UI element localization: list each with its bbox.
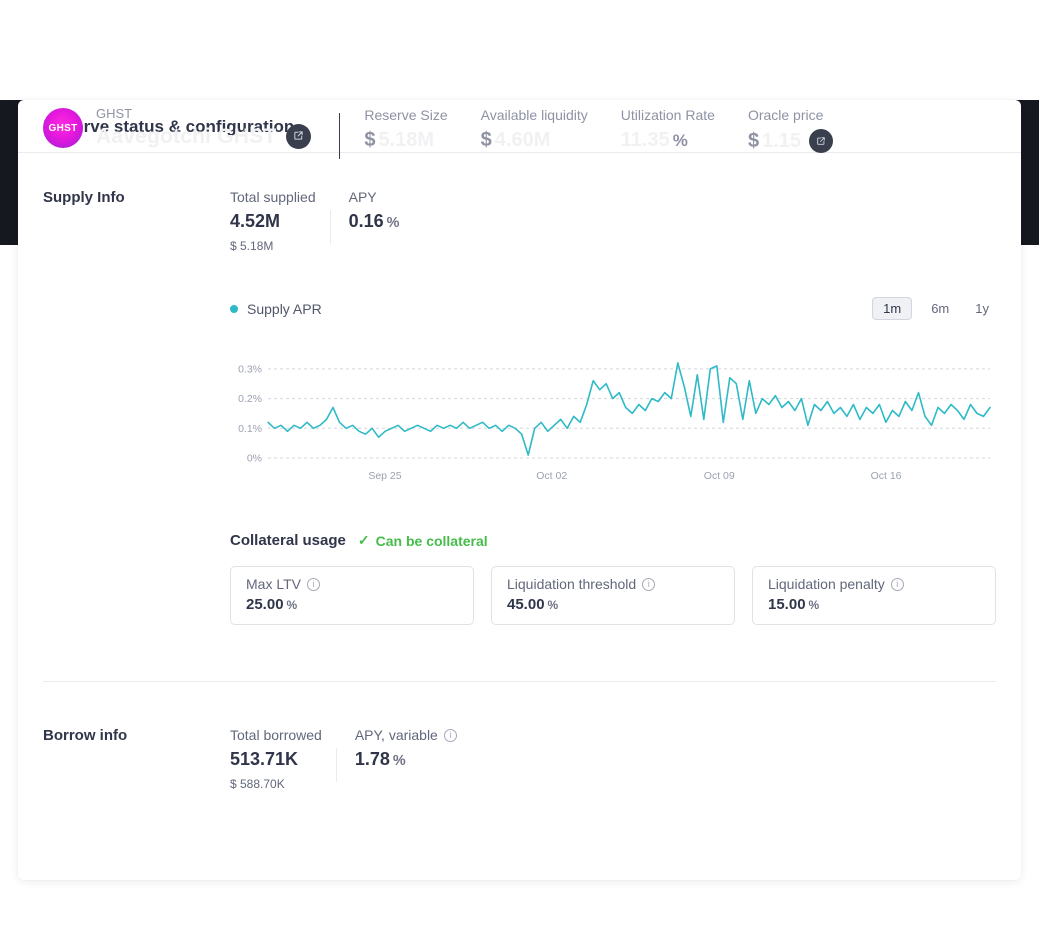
stat-label: Reserve Size [364,107,448,123]
reserve-header: GHST GHST Aavegotchi GHST Reserve Size $… [0,100,1039,192]
stat-number: 11.35 [620,129,670,151]
currency-symbol: $ [747,129,760,152]
range-chip-1y[interactable]: 1y [968,297,996,320]
collateral-usage-title: Collateral usage [230,532,346,549]
svg-text:Oct 02: Oct 02 [536,470,567,482]
range-chip-1m[interactable]: 1m [872,297,913,320]
svg-text:Sep 25: Sep 25 [368,470,401,482]
supply-apr-chart-container: 0% 0.1% 0.2% 0.3% Sep 25 Oct 02 Oct 09 Oct 16 [230,346,996,486]
borrow-section: Borrow info Total borrowed 513.71K $ 588… [43,682,996,791]
svg-text:Oct 16: Oct 16 [871,470,902,482]
token-icon-text: GHST [48,122,78,134]
currency-symbol: $ [480,129,492,151]
svg-text:0.1%: 0.1% [238,423,262,435]
range-chip-6m[interactable]: 6m [924,297,956,320]
external-link-button[interactable] [286,124,312,149]
page-title: Aavegotchi GHST [96,124,277,148]
percent-symbol: % [392,753,406,769]
total-supplied-metric: Total supplied 4.52M $ 5.18M [230,189,316,253]
total-borrowed-label: Total borrowed [230,727,322,743]
percent-symbol: % [547,598,559,612]
stat-oracle-price: Oracle price $1.15 [748,107,833,153]
collateral-usage-section: Collateral usage ✓ Can be collateral Max… [230,532,996,625]
stat-available-liquidity: Available liquidity $4.60M [481,107,588,153]
stat-label: Oracle price [747,107,824,123]
liquidation-penalty-label: Liquidation penalty [768,576,885,592]
stat-reserve-size: Reserve Size $5.18M [364,107,447,153]
liquidation-threshold-value: 45.00 [507,596,545,613]
liquidation-threshold-box: Liquidation threshold i 45.00% [491,566,735,625]
external-link-icon [293,129,304,144]
check-icon: ✓ [357,532,370,548]
total-supplied-usd: $ 5.18M [230,239,274,253]
supply-section: Supply Info Total supplied 4.52M $ 5.18M… [43,153,996,625]
svg-text:0.3%: 0.3% [238,363,262,375]
collateral-badge: ✓ Can be collateral [358,532,488,549]
percent-symbol: % [386,215,400,231]
max-ltv-box: Max LTV i 25.00% [230,566,474,625]
svg-text:Oct 09: Oct 09 [704,470,735,482]
liquidation-penalty-value: 15.00 [768,596,806,613]
stat-label: Available liquidity [480,107,588,123]
borrow-apy-metric: APY, variable i 1.78% [355,727,457,791]
stat-number: 5.18M [378,129,435,151]
stat-number: 4.60M [494,129,551,151]
collateral-badge-label: Can be collateral [375,532,488,549]
svg-text:0%: 0% [247,453,262,465]
info-icon[interactable]: i [890,577,904,591]
chart-legend: Supply APR [230,301,322,317]
total-borrowed-value: 513.71K [230,749,299,769]
percent-symbol: % [672,130,688,150]
supply-apy-value: 0.16 [348,211,384,231]
metric-divider [329,210,331,244]
legend-dot-icon [230,304,238,313]
percent-symbol: % [286,598,298,612]
info-icon[interactable]: i [642,577,656,591]
stat-value: 11.35% [621,129,715,152]
liquidation-penalty-box: Liquidation penalty i 15.00% [752,566,996,625]
svg-text:0.2%: 0.2% [238,393,262,405]
stat-value: $4.60M [481,129,588,152]
info-icon[interactable]: i [306,577,320,591]
borrow-section-label: Borrow info [43,727,128,744]
max-ltv-value: 25.00 [246,596,284,613]
supply-apr-chart: 0% 0.1% 0.2% 0.3% Sep 25 Oct 02 Oct 09 Oct 16 [238,362,991,482]
legend-label: Supply APR [247,300,322,317]
reserve-status-card: Reserve status & configuration Supply In… [18,100,1021,880]
header-divider [339,113,341,159]
percent-symbol: % [808,598,820,612]
metric-divider [335,748,337,782]
max-ltv-label: Max LTV [246,576,301,592]
total-supplied-value: 4.52M [230,211,281,231]
supply-apy-metric: APY 0.16% [349,189,400,253]
borrow-apy-value: 1.78 [354,749,390,769]
borrow-apy-label: APY, variable [354,727,438,743]
stat-value: $5.18M [364,129,447,152]
header-stats: Reserve Size $5.18M Available liquidity … [364,106,833,153]
stat-number: 1.15 [762,129,801,152]
currency-symbol: $ [364,129,376,151]
external-link-icon [816,134,826,149]
total-borrowed-metric: Total borrowed 513.71K $ 588.70K [230,727,322,791]
supply-section-label: Supply Info [43,189,125,206]
token-symbol-label: GHST [96,106,133,121]
title-block: GHST Aavegotchi GHST [96,106,312,149]
info-icon[interactable]: i [443,728,457,742]
stat-label: Utilization Rate [620,107,715,123]
oracle-external-link-button[interactable] [809,129,833,153]
stat-value: $1.15 [748,129,833,153]
liquidation-threshold-label: Liquidation threshold [507,576,637,592]
ghst-token-icon: GHST [43,108,83,148]
total-borrowed-usd: $ 588.70K [230,777,285,791]
stat-utilization-rate: Utilization Rate 11.35% [621,107,715,153]
time-range-selector: 1m 6m 1y [872,297,996,320]
